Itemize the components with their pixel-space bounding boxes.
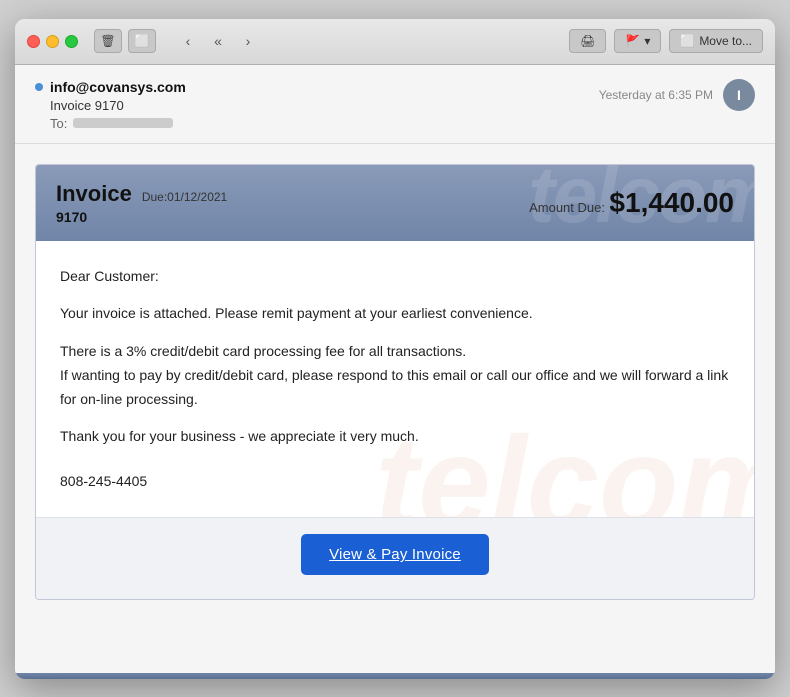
- invoice-header: Invoice Due:01/12/2021 9170 Amount Due: …: [36, 165, 754, 241]
- invoice-content: Dear Customer: Your invoice is attached.…: [36, 241, 754, 518]
- invoice-para1: Your invoice is attached. Please remit p…: [60, 302, 730, 326]
- invoice-label: Invoice: [56, 181, 132, 207]
- move-to-button[interactable]: ⬜ Move to...: [669, 29, 763, 53]
- print-button[interactable]: 🖨: [569, 29, 606, 53]
- move-to-label: Move to...: [699, 34, 752, 48]
- invoice-number: 9170: [56, 209, 227, 225]
- forward-button[interactable]: ›: [234, 29, 262, 53]
- view-pay-invoice-button[interactable]: View & Pay Invoice: [301, 534, 489, 575]
- invoice-phone: 808-245-4405: [60, 473, 730, 489]
- titlebar: 🗑 ⬜ ‹ « › 🖨 🚩 ▾ ⬜ Move to...: [15, 19, 775, 65]
- sender-info: info@covansys.com Invoice 9170 To:: [35, 79, 186, 131]
- flag-icon: 🚩: [625, 34, 640, 48]
- email-timestamp: Yesterday at 6:35 PM: [599, 88, 713, 102]
- email-window: 🗑 ⬜ ‹ « › 🖨 🚩 ▾ ⬜ Move to...: [15, 19, 775, 679]
- unread-dot: [35, 83, 43, 91]
- minimize-button[interactable]: [46, 35, 59, 48]
- to-label: To:: [50, 116, 67, 131]
- invoice-due: Due:01/12/2021: [142, 190, 227, 204]
- delete-button[interactable]: 🗑: [94, 29, 122, 53]
- invoice-para2: There is a 3% credit/debit card processi…: [60, 340, 730, 411]
- invoice-para3: Thank you for your business - we appreci…: [60, 425, 730, 449]
- email-meta-right: Yesterday at 6:35 PM I: [599, 79, 755, 111]
- toolbar-right: 🖨 🚩 ▾ ⬜ Move to...: [569, 29, 763, 53]
- recipient-redacted: [73, 118, 173, 128]
- amount-value: $1,440.00: [609, 187, 734, 218]
- back-back-button[interactable]: «: [204, 29, 232, 53]
- close-button[interactable]: [27, 35, 40, 48]
- email-header: info@covansys.com Invoice 9170 To: Yeste…: [15, 65, 775, 144]
- nav-buttons: ‹ « ›: [174, 29, 262, 53]
- back-button[interactable]: ‹: [174, 29, 202, 53]
- sender-email: info@covansys.com: [50, 79, 186, 95]
- invoice-card: Invoice Due:01/12/2021 9170 Amount Due: …: [35, 164, 755, 601]
- maximize-button[interactable]: [65, 35, 78, 48]
- archive-button[interactable]: ⬜: [128, 29, 156, 53]
- toolbar-icons: 🗑 ⬜: [94, 29, 156, 53]
- traffic-lights: [27, 35, 78, 48]
- print-icon: 🖨: [580, 34, 595, 48]
- amount-label: Amount Due:: [529, 200, 605, 215]
- email-body: Invoice Due:01/12/2021 9170 Amount Due: …: [15, 144, 775, 673]
- move-icon: ⬜: [680, 34, 695, 48]
- bottom-bar: [15, 673, 775, 679]
- invoice-greeting: Dear Customer:: [60, 265, 730, 289]
- invoice-title-block: Invoice Due:01/12/2021 9170: [56, 181, 227, 225]
- invoice-footer: View & Pay Invoice: [36, 517, 754, 599]
- avatar: I: [723, 79, 755, 111]
- flag-dropdown-icon: ▾: [644, 34, 650, 48]
- invoice-amount-block: Amount Due: $1,440.00: [529, 187, 734, 219]
- flag-button[interactable]: 🚩 ▾: [614, 29, 661, 53]
- email-subject: Invoice 9170: [50, 98, 186, 113]
